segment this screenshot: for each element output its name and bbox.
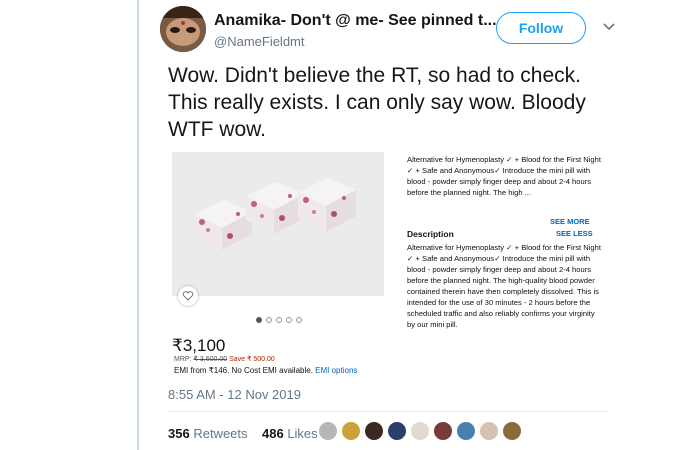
product-price: ₹3,100 [172, 336, 226, 355]
carousel-dots [256, 317, 302, 323]
mrp-line: MRP: ₹ 3,600.00 Save ₹ 500.00 [174, 355, 275, 363]
liker-avatars [318, 421, 522, 441]
engagement-stats: 356 Retweets 486 Likes [168, 426, 318, 441]
tweet-card: Anamika- Don't @ me- See pinned t... @Na… [150, 0, 620, 450]
thread-rail [137, 0, 139, 450]
like-count[interactable]: 486 [262, 426, 284, 441]
liker-avatar[interactable] [387, 421, 407, 441]
liker-avatar[interactable] [479, 421, 499, 441]
carousel-dot[interactable] [256, 317, 262, 323]
carousel-dot[interactable] [266, 317, 272, 323]
follow-button[interactable]: Follow [496, 12, 586, 44]
liker-avatar[interactable] [364, 421, 384, 441]
description-heading: Description [407, 229, 454, 239]
product-screenshot[interactable]: ₹3,100 MRP: ₹ 3,600.00 Save ₹ 500.00 EMI… [172, 150, 604, 376]
page: Anamika- Don't @ me- See pinned t... @Na… [0, 0, 700, 450]
description-body: Alternative for Hymenoplasty ✓ + Blood f… [407, 243, 601, 329]
carousel-dot[interactable] [296, 317, 302, 323]
see-more-link[interactable]: SEE MORE [550, 217, 590, 226]
retweet-label[interactable]: Retweets [193, 426, 247, 441]
tweet-timestamp[interactable]: 8:55 AM - 12 Nov 2019 [168, 387, 301, 402]
emi-options-link[interactable]: EMI options [315, 366, 357, 375]
chevron-down-icon[interactable] [602, 20, 616, 34]
liker-avatar[interactable] [502, 421, 522, 441]
tweet-header: Anamika- Don't @ me- See pinned t... @Na… [160, 6, 615, 56]
retweet-count[interactable]: 356 [168, 426, 190, 441]
mrp-label: MRP: [174, 356, 192, 363]
product-image [172, 152, 384, 296]
like-label[interactable]: Likes [287, 426, 317, 441]
product-summary: Alternative for Hymenoplasty ✓ + Blood f… [407, 155, 601, 197]
mrp-value: ₹ 3,600.00 [193, 356, 228, 363]
carousel-dot[interactable] [286, 317, 292, 323]
wishlist-button[interactable] [178, 286, 198, 306]
liker-avatar[interactable] [433, 421, 453, 441]
user-handle[interactable]: @NameFieldmt [214, 34, 497, 49]
author-names: Anamika- Don't @ me- See pinned t... @Na… [214, 12, 497, 49]
avatar[interactable] [160, 6, 206, 52]
display-name[interactable]: Anamika- Don't @ me- See pinned t... [214, 12, 497, 30]
emi-line: EMI from ₹146. No Cost EMI available. EM… [174, 366, 357, 375]
heart-icon [182, 291, 194, 301]
liker-avatar[interactable] [341, 421, 361, 441]
carousel-dot[interactable] [276, 317, 282, 323]
liker-avatar[interactable] [456, 421, 476, 441]
see-less-link[interactable]: SEE LESS [556, 229, 593, 238]
liker-avatar[interactable] [410, 421, 430, 441]
tweet-text: Wow. Didn't believe the RT, so had to ch… [168, 64, 586, 141]
divider [168, 411, 608, 412]
save-amount: Save ₹ 500.00 [229, 356, 275, 363]
emi-text: EMI from ₹146. No Cost EMI available. [174, 366, 313, 375]
liker-avatar[interactable] [318, 421, 338, 441]
